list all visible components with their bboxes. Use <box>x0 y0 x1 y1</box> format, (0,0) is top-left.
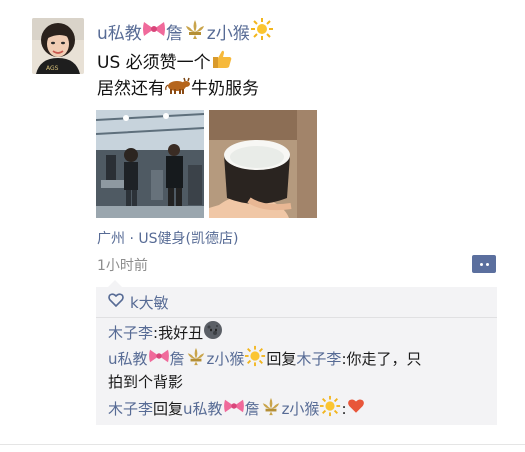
post-location[interactable]: 广州 · US健身(凯德店) <box>97 228 238 248</box>
svg-text:AGS: AGS <box>46 65 59 72</box>
like-user-name[interactable]: k大敏 <box>130 292 169 313</box>
more-options-icon <box>479 262 483 266</box>
post-photo-milk[interactable] <box>209 110 317 218</box>
fleur-de-lis-icon <box>260 396 282 423</box>
comment-text: 我好丑 <box>158 324 204 342</box>
sun-icon <box>319 395 341 424</box>
comment-author[interactable]: 木子李 <box>108 398 153 421</box>
comment-item[interactable]: 木子李 回复 u私教 詹 z小猴 : <box>108 395 493 424</box>
post-text-line-2-suffix: 牛奶服务 <box>191 79 259 99</box>
author-avatar[interactable]: AGS <box>32 18 84 74</box>
comment-line: u私教 詹 z小猴 回复 木子李 : 你走了，只 <box>108 345 493 374</box>
comment-text-line-2: 拍到个背影 <box>108 373 184 391</box>
fleur-de-lis-icon <box>183 18 207 45</box>
post-text-line-1-content: US 必须赞一个 <box>97 53 211 73</box>
comment-line: 拍到个背影 <box>108 371 493 394</box>
moment-post: AGS u私教 詹 z小猴 US 必须赞一个 居然还有 牛奶服务 广州 · US… <box>0 0 525 452</box>
heart-outline-icon <box>108 293 124 311</box>
post-text-line-1: US 必须赞一个 <box>97 50 259 76</box>
sun-icon <box>244 345 266 374</box>
post-photo-gym[interactable] <box>96 110 204 218</box>
fleur-de-lis-icon <box>185 346 207 373</box>
comment-reply-word: 回复 <box>266 350 297 368</box>
new-moon-face-icon <box>203 320 223 347</box>
comment-author[interactable]: 木子李 <box>108 322 153 345</box>
pink-bow-icon <box>148 347 170 372</box>
more-options-dot <box>485 262 489 266</box>
thumbs-up-icon <box>211 48 233 78</box>
pink-bow-icon <box>223 397 245 422</box>
more-options-button[interactable] <box>472 255 496 273</box>
comment-item[interactable]: u私教 詹 z小猴 回复 木子李 : 你走了，只 拍到个背影 <box>108 345 493 394</box>
likes-divider <box>96 317 497 318</box>
comment-reply-target-suffix[interactable]: z小猴 <box>282 398 320 421</box>
comment-reply-word: 回复 <box>153 400 184 418</box>
comment-reply-target-mid[interactable]: 詹 <box>245 398 260 421</box>
pink-bow-icon <box>142 19 166 44</box>
comment-item[interactable]: 木子李 : 我好丑 <box>108 320 493 347</box>
sun-icon <box>250 17 274 46</box>
author-name-mid: 詹 <box>165 23 183 44</box>
comment-area-arrow <box>108 280 122 287</box>
author-name-suffix: z小猴 <box>206 23 250 44</box>
comment-text-line-1: 你走了，只 <box>346 350 422 368</box>
comment-area: k大敏 木子李 : 我好丑 u私教 詹 z小猴 回复 木子李: 你走了，只 拍… <box>96 287 497 425</box>
comment-line: 木子李 回复 u私教 詹 z小猴 : <box>108 395 493 424</box>
post-text-line-2-prefix: 居然还有 <box>97 79 165 99</box>
comment-author-prefix[interactable]: u私教 <box>108 348 148 371</box>
comment-line: 木子李 : 我好丑 <box>108 320 493 347</box>
post-time: 1小时前 <box>97 258 148 274</box>
author-name[interactable]: u私教 詹 z小猴 <box>97 17 274 46</box>
comment-reply-target-prefix[interactable]: u私教 <box>183 398 223 421</box>
cow-icon <box>165 75 191 103</box>
comment-author-mid[interactable]: 詹 <box>170 348 185 371</box>
likes-row: k大敏 <box>108 290 169 314</box>
post-text-line-2: 居然还有 牛奶服务 <box>97 76 259 102</box>
post-bottom-divider <box>0 444 525 445</box>
comment-author-suffix[interactable]: z小猴 <box>207 348 245 371</box>
post-text: US 必须赞一个 居然还有 牛奶服务 <box>97 50 259 102</box>
heart-icon <box>347 398 365 421</box>
comment-reply-target[interactable]: 木子李 <box>296 348 341 371</box>
author-name-prefix: u私教 <box>97 23 142 44</box>
